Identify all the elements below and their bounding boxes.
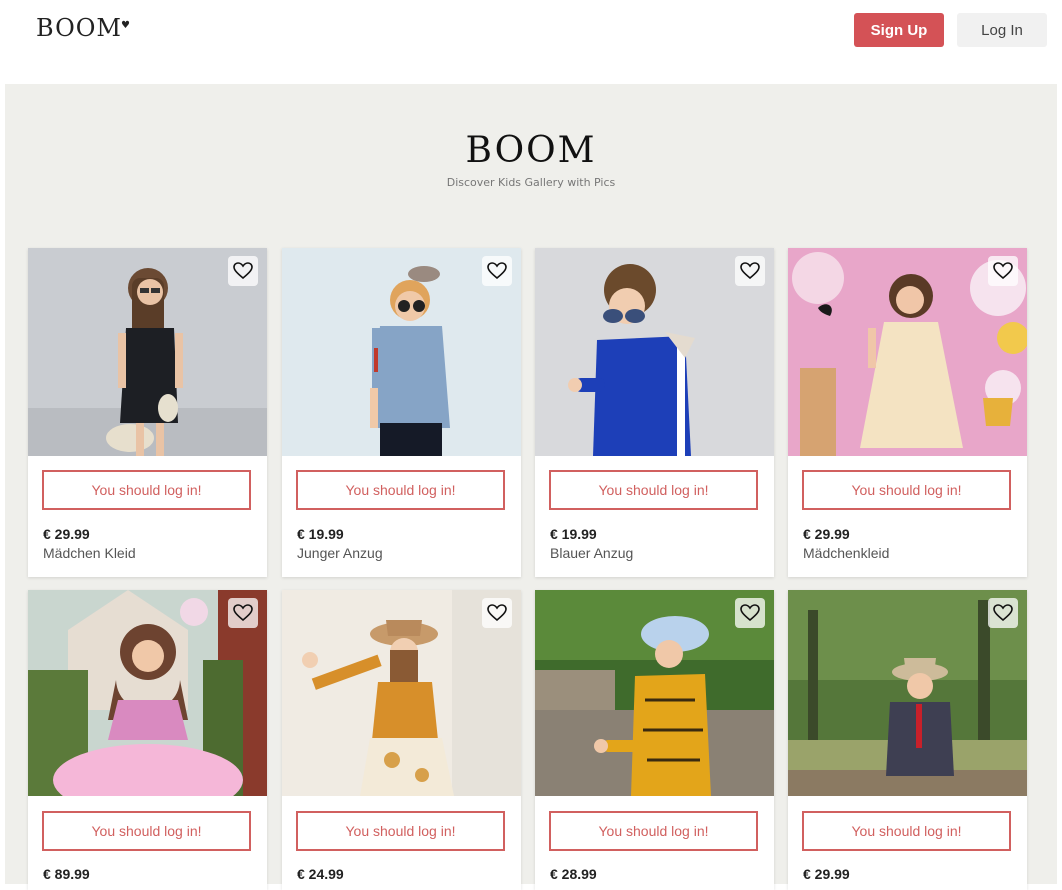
log-in-prompt-button[interactable]: You should log in! — [42, 470, 251, 510]
product-photo[interactable] — [535, 590, 774, 796]
log-in-prompt-button[interactable]: You should log in! — [802, 470, 1011, 510]
product-price: € 19.99 — [550, 526, 597, 542]
product-price: € 89.99 — [43, 866, 90, 882]
favorite-button[interactable] — [735, 256, 765, 286]
product-card[interactable]: You should log in! € 19.99 Blauer Anzug — [535, 248, 774, 577]
heart-icon — [740, 604, 760, 622]
product-name: Mädchen Kleid — [43, 545, 136, 561]
log-in-prompt-button[interactable]: You should log in! — [42, 811, 251, 851]
product-name: Mädchenkleid — [803, 545, 890, 561]
product-price: € 29.99 — [803, 866, 850, 882]
product-photo[interactable] — [28, 248, 267, 456]
product-price: € 29.99 — [803, 526, 850, 542]
heart-icon — [487, 262, 507, 280]
top-bar: BOOM♥ Sign Up Log In — [0, 0, 1062, 84]
favorite-button[interactable] — [735, 598, 765, 628]
main-content: BOOM Discover Kids Gallery with Pics You… — [5, 84, 1057, 890]
product-photo[interactable] — [28, 590, 267, 796]
product-card[interactable]: You should log in! € 89.99 — [28, 590, 267, 890]
sign-up-button[interactable]: Sign Up — [854, 13, 944, 47]
log-in-prompt-button[interactable]: You should log in! — [802, 811, 1011, 851]
product-photo[interactable] — [788, 248, 1027, 456]
product-card[interactable]: You should log in! € 19.99 Junger Anzug — [282, 248, 521, 577]
product-photo[interactable] — [535, 248, 774, 456]
hero-subtitle: Discover Kids Gallery with Pics — [446, 176, 616, 189]
favorite-button[interactable] — [228, 598, 258, 628]
favorite-button[interactable] — [228, 256, 258, 286]
product-price: € 28.99 — [550, 866, 597, 882]
product-photo[interactable] — [282, 590, 521, 796]
log-in-prompt-button[interactable]: You should log in! — [549, 811, 758, 851]
product-card[interactable]: You should log in! € 29.99 — [788, 590, 1027, 890]
favorite-button[interactable] — [482, 598, 512, 628]
favorite-button[interactable] — [482, 256, 512, 286]
product-card[interactable]: You should log in! € 29.99 Mädchenkleid — [788, 248, 1027, 577]
favorite-button[interactable] — [988, 256, 1018, 286]
heart-logo-icon: ♥ — [121, 20, 131, 31]
product-photo[interactable] — [788, 590, 1027, 796]
heart-icon — [487, 604, 507, 622]
product-price: € 24.99 — [297, 866, 344, 882]
logo-text: BOOM — [36, 14, 123, 42]
product-name: Blauer Anzug — [550, 545, 634, 561]
product-name: Junger Anzug — [297, 545, 383, 561]
log-in-prompt-button[interactable]: You should log in! — [296, 811, 505, 851]
product-photo[interactable] — [282, 248, 521, 456]
logo[interactable]: BOOM♥ — [36, 14, 132, 42]
product-card[interactable]: You should log in! € 24.99 — [282, 590, 521, 890]
product-price: € 19.99 — [297, 526, 344, 542]
product-card[interactable]: You should log in! € 29.99 Mädchen Kleid — [28, 248, 267, 577]
heart-icon — [740, 262, 760, 280]
product-price: € 29.99 — [43, 526, 90, 542]
heart-icon — [993, 604, 1013, 622]
product-card[interactable]: You should log in! € 28.99 — [535, 590, 774, 890]
heart-icon — [233, 604, 253, 622]
log-in-prompt-button[interactable]: You should log in! — [549, 470, 758, 510]
heart-icon — [233, 262, 253, 280]
log-in-button[interactable]: Log In — [957, 13, 1047, 47]
hero-title: BOOM — [465, 130, 597, 171]
log-in-prompt-button[interactable]: You should log in! — [296, 470, 505, 510]
favorite-button[interactable] — [988, 598, 1018, 628]
heart-icon — [993, 262, 1013, 280]
